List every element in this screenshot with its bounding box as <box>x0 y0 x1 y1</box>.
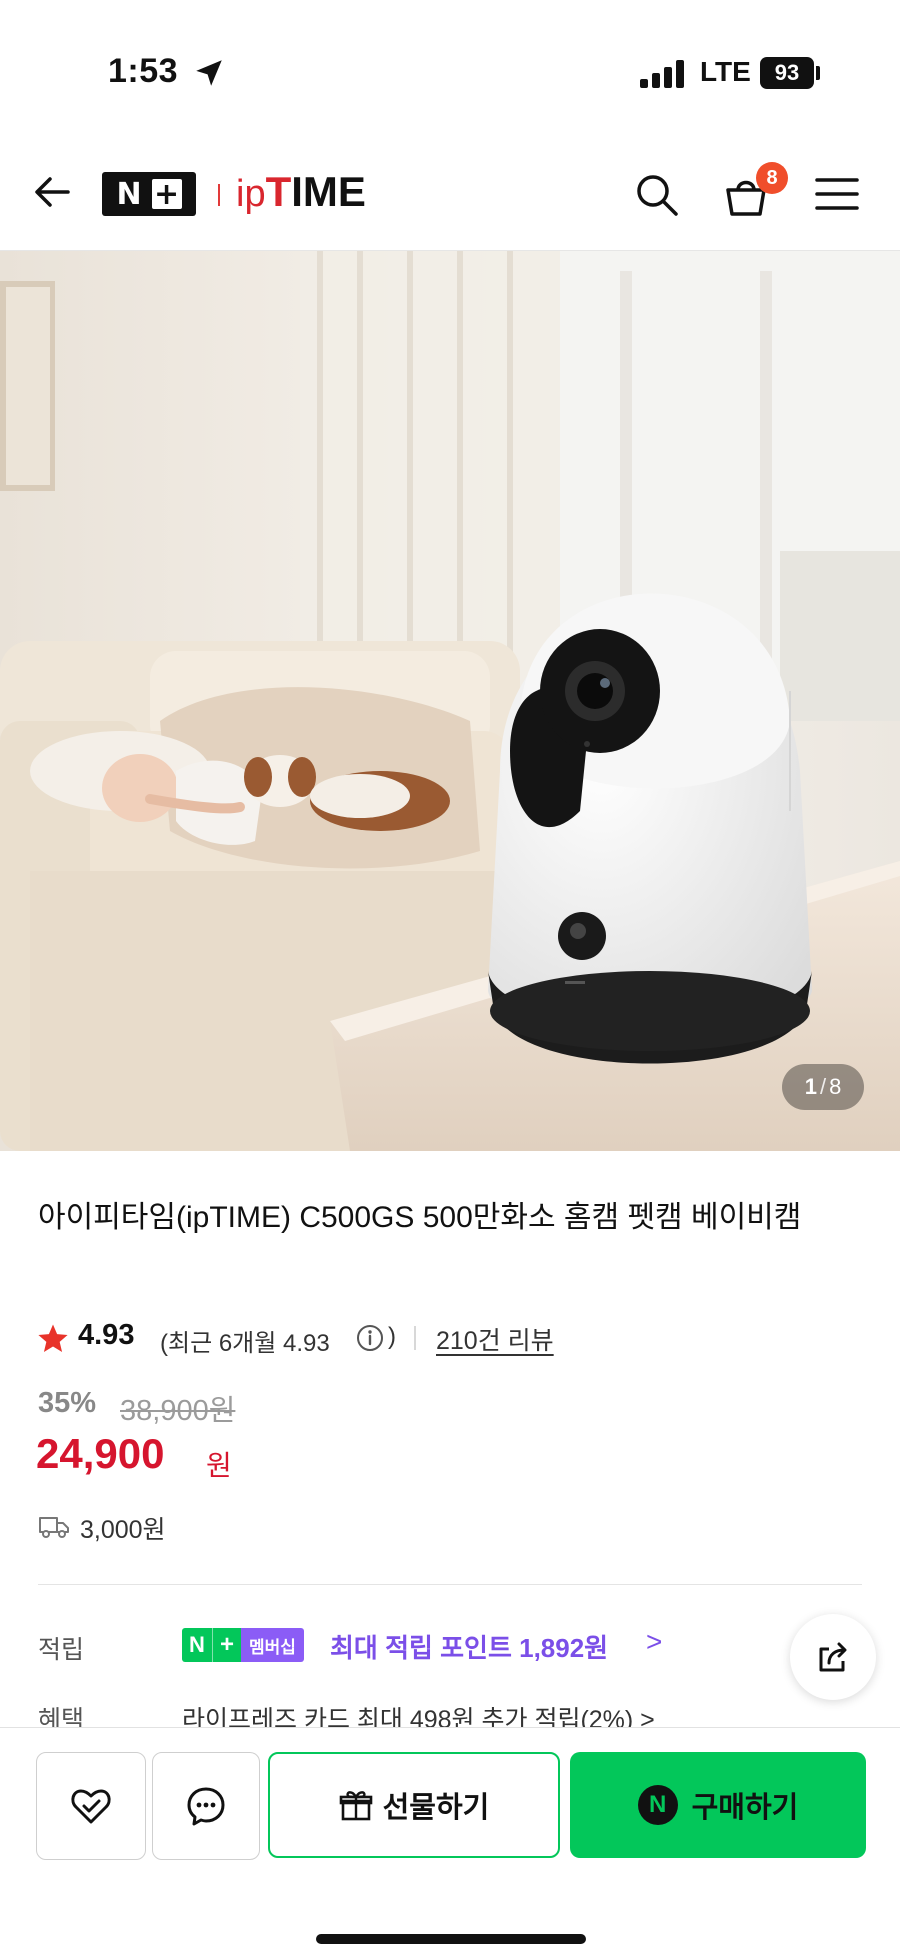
hamburger-menu-icon[interactable] <box>814 174 860 214</box>
network-type: LTE <box>700 56 751 87</box>
logo-plus: + <box>151 177 182 212</box>
wishlist-button[interactable] <box>36 1752 146 1860</box>
sale-price: 24,900 <box>36 1430 165 1477</box>
cart-count-badge: 8 <box>756 162 788 194</box>
chat-bubble-icon <box>187 1787 225 1826</box>
search-icon[interactable] <box>632 170 682 220</box>
share-icon <box>819 1642 847 1672</box>
image-counter-current: 1 <box>804 1074 817 1099</box>
badge-membership: 멤버십 <box>241 1628 304 1662</box>
back-arrow-icon[interactable] <box>30 170 74 214</box>
share-button[interactable] <box>790 1614 876 1700</box>
brand-ime: IME <box>291 168 366 215</box>
product-image-carousel[interactable] <box>0 251 900 1151</box>
info-icon[interactable] <box>356 1324 384 1352</box>
naver-pay-icon: N <box>637 1785 678 1825</box>
iptime-brand-logo[interactable]: ipTIME <box>236 168 366 216</box>
image-counter-separator: / <box>819 1074 827 1099</box>
gift-label: 선물하기 <box>382 1792 490 1824</box>
brand-t: T <box>265 168 292 215</box>
battery-level: 93 <box>774 60 800 85</box>
image-counter: 1/8 <box>782 1064 864 1110</box>
rating-score: 4.93 <box>78 1319 135 1351</box>
status-time: 1:53 <box>108 52 179 90</box>
badge-n: N <box>182 1628 212 1662</box>
points-chevron[interactable]: > <box>646 1626 662 1658</box>
product-title: 아이피타임(ipTIME) C500GS 500만화소 홈캠 펫캠 베이비캠 <box>38 1201 802 1234</box>
rating-divider <box>414 1326 416 1350</box>
product-photo <box>0 251 900 1151</box>
star-icon <box>38 1324 68 1353</box>
recent-rating-label: (최근 6개월 4.93 <box>160 1330 330 1357</box>
buy-button[interactable]: N 구매하기 <box>570 1752 866 1858</box>
gift-button[interactable]: 선물하기 <box>268 1752 560 1858</box>
home-indicator <box>316 1934 586 1944</box>
original-price: 38,900원 <box>120 1395 236 1427</box>
shipping-fee: 3,000원 <box>80 1516 166 1544</box>
gift-icon <box>339 1791 372 1821</box>
recent-rating-close: ) <box>388 1323 396 1350</box>
heart-check-icon <box>71 1789 111 1824</box>
image-counter-total: 8 <box>829 1074 842 1099</box>
signal-icon <box>640 60 684 88</box>
logo-n: N <box>116 176 146 212</box>
max-points-link[interactable]: 최대 적립 포인트 1,892원 <box>330 1628 608 1665</box>
review-count-link[interactable]: 210건 리뷰 <box>436 1321 554 1357</box>
truck-icon <box>39 1517 69 1538</box>
naver-plus-store-logo[interactable]: N + <box>102 172 196 216</box>
logo-divider <box>218 184 220 206</box>
naver-plus-membership-badge: N + 멤버십 <box>182 1628 304 1662</box>
buy-label: 구매하기 <box>691 1792 799 1824</box>
points-label: 적립 <box>38 1636 85 1664</box>
battery-tip <box>816 66 820 80</box>
location-arrow-icon <box>196 60 222 86</box>
brand-ip: ip <box>236 173 266 215</box>
discount-rate: 35% <box>38 1387 97 1419</box>
section-divider <box>38 1584 862 1585</box>
sale-price-unit: 원 <box>206 1450 232 1481</box>
talk-talk-button[interactable] <box>152 1752 260 1860</box>
badge-plus: + <box>212 1628 241 1662</box>
battery-icon: 93 <box>760 57 814 89</box>
